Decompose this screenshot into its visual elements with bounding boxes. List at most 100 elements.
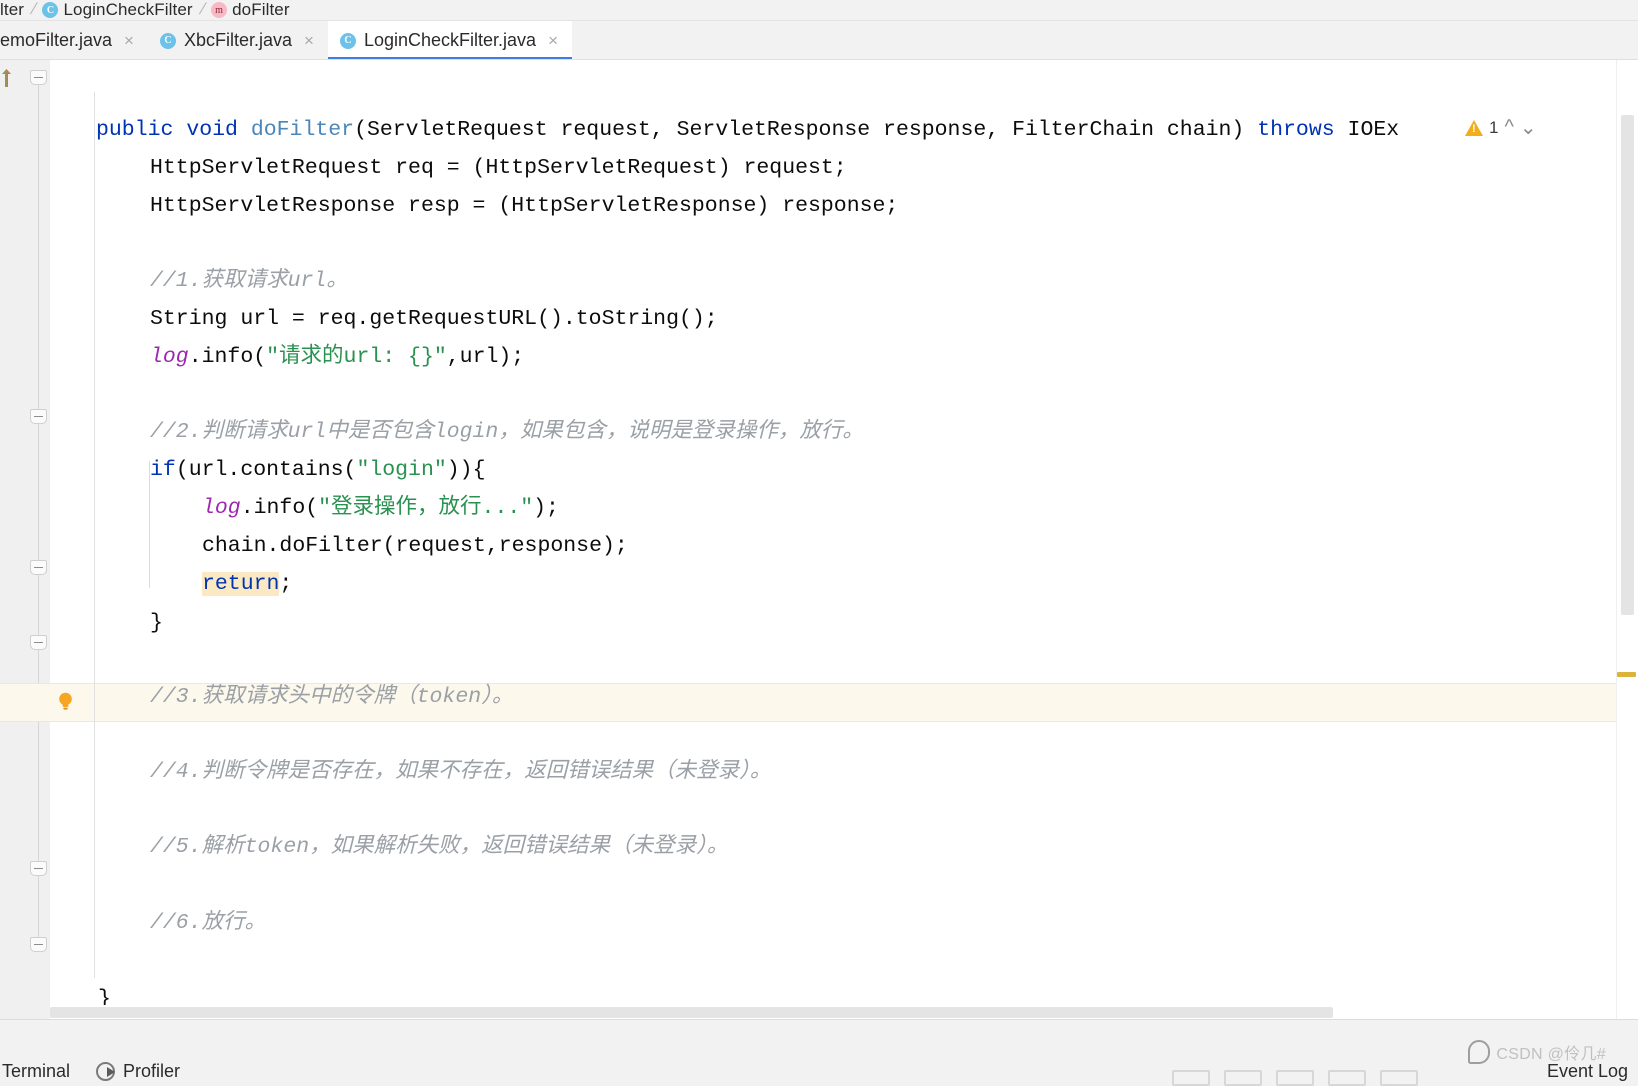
indent-guide — [94, 92, 95, 978]
terminal-tool-button[interactable]: Terminal — [2, 1061, 70, 1082]
fold-marker[interactable] — [30, 635, 47, 650]
chevron-down-icon[interactable]: ⌄ — [1520, 115, 1537, 140]
code-token: .info( — [188, 345, 267, 369]
code-token: public — [96, 118, 174, 142]
close-icon[interactable]: × — [124, 32, 134, 49]
fold-marker[interactable] — [30, 861, 47, 876]
tab-label: LoginCheckFilter.java — [363, 30, 537, 50]
code-line: if(url.contains("login")){ — [150, 452, 486, 490]
close-icon[interactable]: × — [548, 32, 558, 49]
method-icon: m — [211, 2, 228, 18]
profiler-label: Profiler — [123, 1061, 181, 1081]
horizontal-scrollbar[interactable] — [50, 1005, 1333, 1019]
code-token: ; — [279, 572, 293, 596]
class-icon: C — [339, 32, 356, 49]
code-token: //5.解析token，如果解析失败，返回错误结果（未登录）。 — [150, 835, 729, 859]
code-token: throws — [1257, 118, 1335, 142]
tab-xbcfilter[interactable]: C XbcFilter.java × — [148, 21, 328, 60]
code-token: log — [202, 496, 241, 520]
warning-marker[interactable] — [1617, 672, 1636, 677]
code-line: //1.获取请求url。 — [150, 263, 348, 301]
code-token: (ServletRequest request, ServletResponse… — [354, 118, 1258, 142]
terminal-label: Terminal — [2, 1061, 71, 1081]
code-token: //6.放行。 — [150, 911, 267, 935]
code-line: //4.判断令牌是否存在，如果不存在，返回错误结果（未登录）。 — [150, 754, 771, 792]
editor-fold-column[interactable] — [26, 60, 50, 1019]
code-token: chain.doFilter(request,response); — [202, 534, 628, 558]
code-line: HttpServletResponse resp = (HttpServletR… — [150, 188, 898, 226]
cutoff-toolbar-icons — [1172, 1060, 1442, 1086]
code-token: } — [150, 611, 163, 635]
inspection-widget[interactable]: 1 ^ ⌄ — [1465, 115, 1537, 140]
code-line: //5.解析token，如果解析失败，返回错误结果（未登录）。 — [150, 829, 728, 867]
arrow-up-marker-icon — [2, 69, 11, 87]
ghost-icon — [1380, 1070, 1418, 1086]
code-line: HttpServletRequest req = (HttpServletReq… — [150, 150, 847, 188]
code-token: //3.获取请求头中的令牌（token）。 — [150, 685, 514, 709]
ide-window: lter / C LoginCheckFilter / m doFilter e… — [0, 0, 1638, 1086]
ghost-icon — [1328, 1070, 1366, 1086]
code-token: "登录操作，放行..." — [318, 496, 534, 520]
code-token: //2.判断请求url中是否包含login，如果包含，说明是登录操作，放行。 — [150, 420, 864, 444]
breadcrumb-item-label: doFilter — [232, 0, 290, 19]
code-token: HttpServletResponse resp = (HttpServletR… — [150, 194, 899, 218]
breadcrumb-separator: / — [197, 1, 208, 18]
tab-label: emoFilter.java — [0, 30, 113, 50]
code-token: ,url); — [446, 345, 525, 369]
code-token: )){ — [446, 458, 486, 482]
code-token: (url.contains( — [175, 458, 357, 482]
code-token: HttpServletRequest req = (HttpServletReq… — [150, 156, 847, 180]
code-line: chain.doFilter(request,response); — [202, 528, 628, 566]
code-token: if — [150, 458, 176, 482]
tab-demofilter[interactable]: emoFilter.java × — [0, 21, 148, 60]
fold-marker[interactable] — [30, 70, 47, 85]
ghost-icon — [1172, 1070, 1210, 1086]
code-token: log — [150, 345, 189, 369]
fold-marker[interactable] — [30, 937, 47, 952]
ghost-icon — [1276, 1070, 1314, 1086]
code-token: //4.判断令牌是否存在，如果不存在，返回错误结果（未登录）。 — [150, 760, 772, 784]
code-line: String url = req.getRequestURL().toStrin… — [150, 301, 718, 339]
breadcrumb-separator: / — [28, 1, 39, 18]
code-token: ); — [533, 496, 559, 520]
profiler-tool-button[interactable]: Profiler — [96, 1061, 180, 1082]
code-token: "请求的url: {}" — [266, 345, 447, 369]
code-token: String url = req.getRequestURL().toStrin… — [150, 307, 718, 331]
code-line: //6.放行。 — [150, 905, 266, 943]
editor-gutter[interactable] — [0, 60, 26, 1019]
close-icon[interactable]: × — [304, 32, 314, 49]
breadcrumb-item-logincheckfilter[interactable]: C LoginCheckFilter — [42, 0, 193, 20]
class-icon: C — [159, 32, 176, 49]
code-token: return — [202, 572, 280, 596]
chevron-up-icon[interactable]: ^ — [1504, 116, 1513, 139]
fold-marker[interactable] — [30, 560, 47, 575]
code-line: //2.判断请求url中是否包含login，如果包含，说明是登录操作，放行。 — [150, 414, 864, 452]
code-text-area[interactable]: public void doFilter(ServletRequest requ… — [50, 60, 1616, 1019]
ghost-icon — [1224, 1070, 1262, 1086]
profiler-icon — [96, 1062, 116, 1081]
bottom-toolbar: Terminal Profiler Event Log CSDN @伶几# — [0, 1019, 1638, 1086]
code-token: "login" — [356, 458, 447, 482]
event-log-button[interactable]: Event Log — [1547, 1056, 1628, 1086]
breadcrumb: lter / C LoginCheckFilter / m doFilter — [0, 0, 1638, 21]
editor-tab-strip: emoFilter.java × C XbcFilter.java × C Lo… — [0, 21, 1638, 60]
horizontal-scrollbar-thumb[interactable] — [50, 1007, 1333, 1018]
vertical-scrollbar-thumb[interactable] — [1621, 115, 1634, 615]
tab-label: XbcFilter.java — [183, 30, 293, 50]
breadcrumb-item-filter[interactable]: lter — [0, 0, 24, 20]
code-editor[interactable]: public void doFilter(ServletRequest requ… — [0, 60, 1638, 1019]
breadcrumb-item-label: lter — [0, 0, 25, 19]
code-line: return; — [202, 566, 292, 604]
code-line: //3.获取请求头中的令牌（token）。 — [150, 679, 513, 717]
editor-scrollbar-column[interactable] — [1616, 60, 1638, 1019]
code-token: .info( — [240, 496, 319, 520]
breadcrumb-item-label: LoginCheckFilter — [63, 0, 193, 19]
class-icon: C — [42, 2, 59, 18]
fold-marker[interactable] — [30, 409, 47, 424]
tab-logincheckfilter[interactable]: C LoginCheckFilter.java × — [327, 21, 573, 60]
breadcrumb-item-dofilter[interactable]: m doFilter — [211, 0, 290, 20]
warning-count: 1 — [1489, 117, 1499, 137]
code-line: public void doFilter(ServletRequest requ… — [96, 112, 1399, 150]
